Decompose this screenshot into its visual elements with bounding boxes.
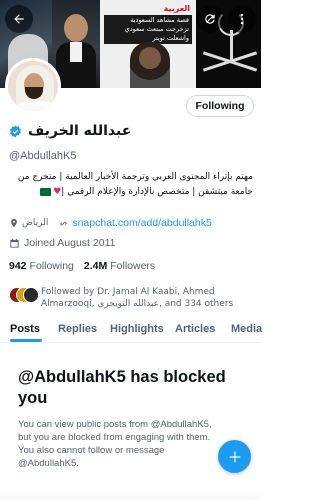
- following-button[interactable]: Following: [186, 95, 254, 117]
- tabs-divider: [0, 342, 261, 343]
- bio-line-1: مهتم بإثراء المحتوى العربي وترجمة الأخبا…: [17, 172, 253, 182]
- following-stat[interactable]: 942 Following: [9, 260, 74, 272]
- display-name-row: عبدالله الخريف: [9, 123, 131, 139]
- location-pin-icon: [11, 218, 17, 228]
- more-vertical-icon: [240, 13, 244, 25]
- user-handle: @AbdullahK5: [9, 150, 77, 162]
- display-name: عبدالله الخريف: [28, 123, 132, 139]
- link-icon: [60, 221, 68, 225]
- tab-media[interactable]: Media: [231, 323, 262, 335]
- banner-news-clip: العربية قصة مشاهد السعودية تزخرجت مبتعث …: [100, 0, 196, 88]
- profile-meta-row: الرياض snapchat.com/add/abdullahk5: [9, 217, 212, 229]
- followers-count: 2.4M: [83, 260, 108, 272]
- refresh-icon: [205, 14, 215, 24]
- follower-avatar: [23, 287, 39, 303]
- follow-stats: 942 Following 2.4M Followers: [9, 260, 165, 272]
- refresh-button[interactable]: [196, 5, 224, 33]
- following-label: Following: [29, 260, 74, 272]
- banner-photo-2: [52, 0, 100, 88]
- joined-row: Joined August 2011: [9, 237, 115, 249]
- calendar-icon: [10, 238, 19, 248]
- followed-by-row[interactable]: Followed by Dr. Jamal Al Kaabi, Ahmed Al…: [9, 286, 256, 310]
- blocked-title: @AbdullahK5 has blocked you: [18, 368, 226, 407]
- arrow-left-icon: [14, 14, 24, 24]
- followers-stat[interactable]: 2.4M Followers: [84, 260, 155, 272]
- banner-news-headline: قصة مشاهد السعودية تزخرجت مبتعث سعودي وا…: [104, 15, 192, 44]
- saudi-flag-icon: [40, 187, 52, 196]
- website-link[interactable]: snapchat.com/add/abdullahk5: [72, 217, 212, 229]
- plus-icon: [229, 451, 240, 462]
- blocked-description: You can view public posts from @Abdullah…: [18, 419, 212, 469]
- back-button[interactable]: [5, 5, 33, 33]
- bio-line-2: جامعة ميتشقن | متخصص بالإدارة والإعلام ا…: [61, 187, 253, 197]
- tab-posts[interactable]: Posts: [10, 323, 40, 335]
- tab-highlights[interactable]: Highlights: [110, 323, 164, 335]
- following-count: 942: [9, 260, 27, 272]
- tab-replies[interactable]: Replies: [58, 323, 97, 335]
- bio-line-2-wrap: جامعة ميتشقن | متخصص بالإدارة والإعلام ا…: [9, 185, 253, 200]
- followers-label: Followers: [110, 260, 156, 272]
- more-options-button[interactable]: [228, 5, 256, 33]
- avatar[interactable]: [5, 58, 61, 114]
- location-text: الرياض: [22, 218, 49, 228]
- banner-news-logo: العربية: [163, 4, 190, 13]
- bottom-fade: [0, 488, 261, 500]
- compose-post-button[interactable]: [218, 440, 251, 473]
- bio: مهتم بإثراء المحتوى العربي وترجمة الأخبا…: [9, 170, 253, 200]
- verified-badge-icon: [10, 125, 21, 137]
- followed-by-text: Followed by Dr. Jamal Al Kaabi, Ahmed Al…: [41, 287, 234, 309]
- follower-avatars: [9, 287, 39, 305]
- tab-articles[interactable]: Articles: [175, 323, 215, 335]
- joined-date: Joined August 2011: [24, 237, 116, 249]
